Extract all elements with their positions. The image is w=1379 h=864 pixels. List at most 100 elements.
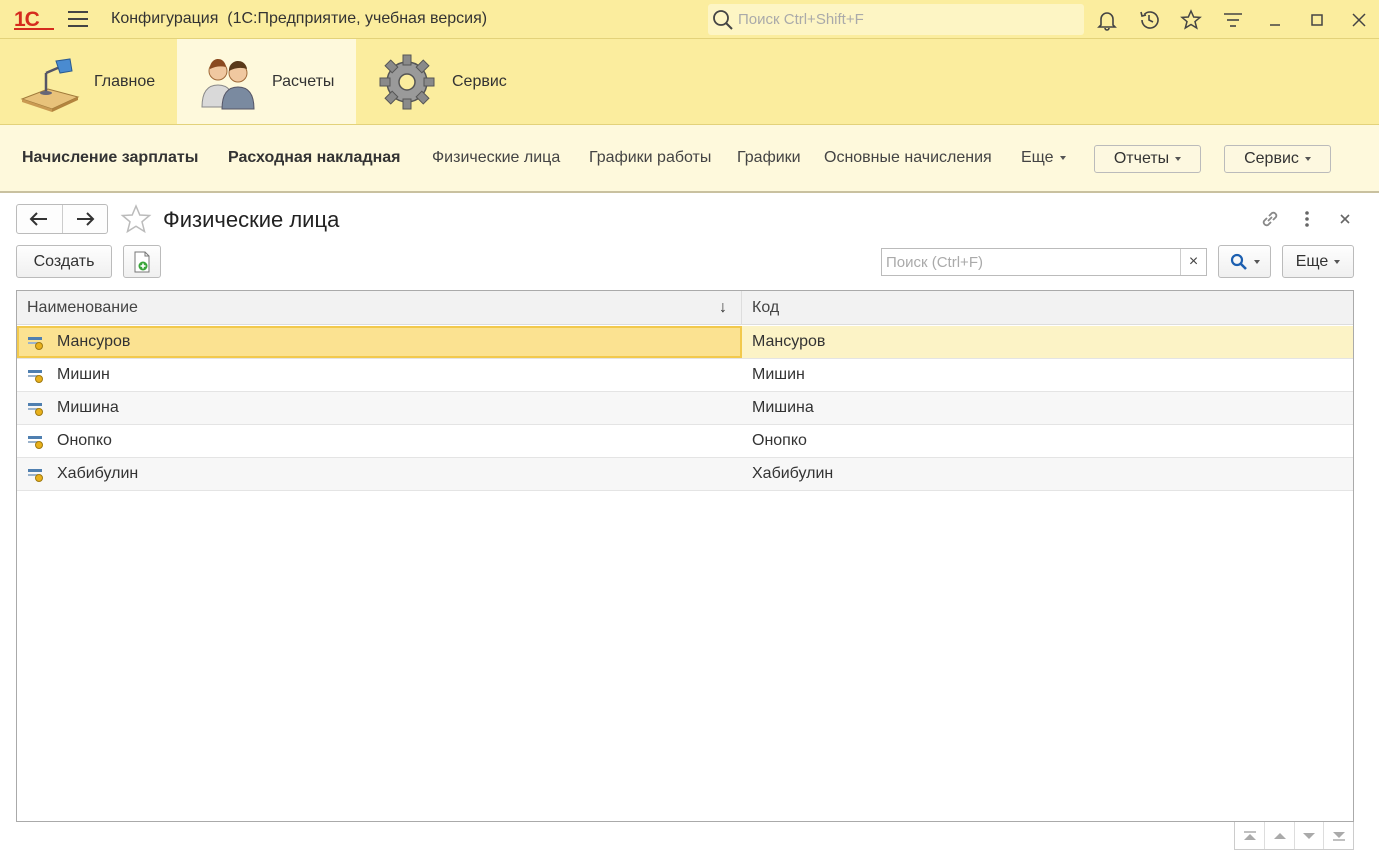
- list-search-input[interactable]: [882, 249, 1180, 275]
- close-window-icon[interactable]: [1347, 8, 1371, 32]
- history-icon[interactable]: [1137, 8, 1161, 32]
- person-item-icon: [27, 366, 45, 384]
- column-label: Наименование: [27, 299, 138, 316]
- forward-button[interactable]: [61, 205, 107, 233]
- table-header: Наименование ↓ Код: [17, 291, 1353, 325]
- functions-more-button[interactable]: Еще: [1021, 149, 1066, 167]
- star-icon[interactable]: [1179, 8, 1203, 32]
- list-search: ×: [881, 248, 1207, 276]
- sort-arrow-icon: ↓: [719, 299, 727, 316]
- chevron-down-icon: [1304, 157, 1311, 161]
- bell-icon[interactable]: [1095, 8, 1119, 32]
- chevron-down-icon: [1175, 157, 1182, 161]
- functions-panel: Начисление зарплаты Расходная накладная …: [0, 125, 1379, 193]
- svg-text:1С: 1С: [14, 8, 40, 31]
- row-name: Мансуров: [57, 333, 131, 350]
- search-clear-button[interactable]: ×: [1180, 249, 1206, 275]
- more-label: Еще: [1295, 252, 1329, 270]
- persons-table: Наименование ↓ Код Мансуров Мансуров Миш…: [16, 290, 1354, 822]
- desk-lamp-icon: [18, 51, 80, 113]
- global-search[interactable]: [708, 4, 1084, 35]
- chevron-down-icon: [1334, 259, 1341, 264]
- arrow-right-icon: [76, 212, 95, 226]
- cell-name: Мишин: [17, 359, 742, 391]
- maximize-icon[interactable]: [1305, 8, 1329, 32]
- chevron-down-icon: [1059, 155, 1066, 160]
- link-invoice[interactable]: Расходная накладная: [228, 149, 401, 167]
- row-name: Онопко: [57, 432, 112, 449]
- main-menu-icon[interactable]: [68, 11, 88, 27]
- table-pager: [1234, 822, 1354, 850]
- title-bar: 1С Конфигурация (1С:Предприятие, учебная…: [0, 0, 1379, 39]
- global-search-input[interactable]: [738, 11, 1078, 28]
- cell-name: Онопко: [17, 425, 742, 457]
- arrow-left-icon: [30, 212, 48, 226]
- table-row[interactable]: Онопко Онопко: [17, 425, 1353, 458]
- column-label: Код: [752, 299, 780, 316]
- table-row[interactable]: Мишина Мишина: [17, 392, 1353, 425]
- form-more-button[interactable]: Еще: [1282, 245, 1354, 278]
- section-main[interactable]: Главное: [18, 39, 176, 124]
- last-page-icon[interactable]: [1323, 822, 1353, 849]
- create-copy-button[interactable]: [123, 245, 161, 278]
- section-label: Главное: [94, 72, 156, 90]
- page-down-icon[interactable]: [1293, 822, 1324, 849]
- cell-code: Мишина: [752, 399, 814, 416]
- table-row[interactable]: Мансуров Мансуров: [17, 326, 1353, 359]
- minimize-icon[interactable]: [1263, 8, 1287, 32]
- link-payroll[interactable]: Начисление зарплаты: [22, 149, 198, 167]
- people-icon: [196, 51, 258, 113]
- cell-name: Мишина: [17, 392, 742, 424]
- cell-name: Мансуров: [17, 326, 742, 358]
- row-name: Мишин: [57, 366, 110, 383]
- section-label: Сервис: [452, 72, 507, 90]
- table-row[interactable]: Мишин Мишин: [17, 359, 1353, 392]
- back-button[interactable]: [17, 205, 62, 233]
- person-item-icon: [27, 432, 45, 450]
- cell-code: Хабибулин: [752, 465, 834, 482]
- person-item-icon: [27, 465, 45, 483]
- link-persons[interactable]: Физические лица: [432, 149, 560, 167]
- page-up-icon[interactable]: [1264, 822, 1294, 849]
- section-label: Расчеты: [272, 72, 335, 90]
- first-page-icon[interactable]: [1235, 822, 1264, 849]
- cell-code: Мансуров: [752, 333, 826, 350]
- person-item-icon: [27, 333, 45, 351]
- column-header-code[interactable]: Код: [742, 291, 1353, 325]
- link-charts[interactable]: Графики: [737, 149, 801, 167]
- app-logo: 1С: [14, 6, 56, 32]
- create-button[interactable]: Создать: [16, 245, 112, 278]
- search-button[interactable]: [1218, 245, 1271, 278]
- add-document-icon: [134, 251, 150, 272]
- column-header-name[interactable]: Наименование ↓: [17, 291, 742, 325]
- section-service[interactable]: Сервис: [376, 39, 526, 124]
- more-label: Еще: [1021, 149, 1054, 166]
- reports-label: Отчеты: [1113, 150, 1170, 167]
- cell-code: Онопко: [752, 432, 807, 449]
- link-main-accruals[interactable]: Основные начисления: [824, 149, 992, 167]
- cell-code: Мишин: [752, 366, 805, 383]
- row-name: Хабибулин: [57, 465, 139, 482]
- service-label: Сервис: [1244, 150, 1299, 167]
- reports-button[interactable]: Отчеты: [1094, 145, 1201, 173]
- person-item-icon: [27, 399, 45, 417]
- table-row[interactable]: Хабибулин Хабибулин: [17, 458, 1353, 491]
- sections-panel: Главное Расчеты Сервис: [0, 39, 1379, 125]
- chevron-down-icon: [1253, 259, 1260, 264]
- section-calculations[interactable]: Расчеты: [177, 39, 356, 124]
- search-icon: [1230, 253, 1247, 270]
- favorite-star-icon[interactable]: [120, 204, 152, 238]
- link-icon[interactable]: [1258, 207, 1282, 231]
- more-options-icon[interactable]: [1295, 207, 1319, 231]
- cell-name: Хабибулин: [17, 458, 742, 490]
- search-icon: [713, 9, 733, 30]
- functions-menu-icon[interactable]: [1221, 8, 1245, 32]
- row-name: Мишина: [57, 399, 119, 416]
- gear-icon: [376, 51, 438, 113]
- app-title: Конфигурация (1С:Предприятие, учебная ве…: [111, 10, 488, 27]
- service-button[interactable]: Сервис: [1224, 145, 1331, 173]
- navigation-buttons: [16, 204, 108, 234]
- close-form-icon[interactable]: [1333, 207, 1357, 231]
- link-work-schedules[interactable]: Графики работы: [589, 149, 711, 167]
- page-title: Физические лица: [163, 207, 340, 232]
